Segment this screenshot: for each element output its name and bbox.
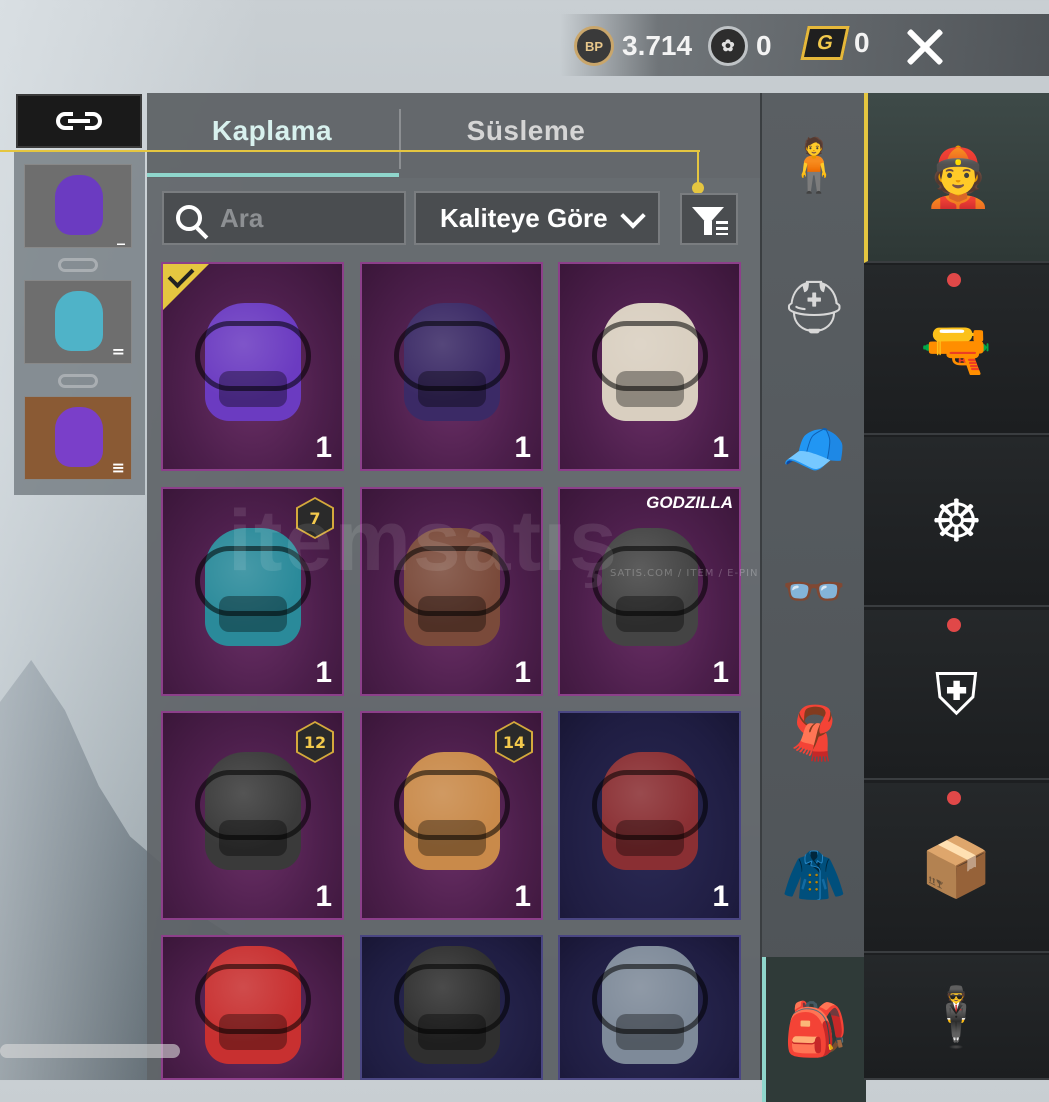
item-card[interactable]: 14 1 (360, 711, 543, 920)
item-quantity: 1 (712, 431, 729, 464)
item-quantity: 1 (514, 431, 531, 464)
preset-backpack-thumbnail (55, 407, 103, 467)
preset-qty: ≡ (111, 458, 125, 477)
gothic-doll-backpack-image (194, 752, 311, 871)
tab-bar: Kaplama Süsleme (147, 93, 760, 178)
tactical-black-backpack-image (393, 945, 510, 1064)
preset-link-icon (58, 258, 98, 272)
category-jacket[interactable]: 🧥 (762, 803, 866, 948)
link-outfit-button[interactable] (16, 94, 142, 148)
category-shield[interactable]: ⛨ (864, 610, 1049, 780)
bp-coin-icon: BP (574, 26, 614, 66)
category-outfit-figure[interactable]: 🧍 (762, 93, 866, 238)
link-icon (56, 110, 102, 136)
bp-currency: BP 3.714 (574, 26, 692, 66)
category-agent[interactable]: 🕴 (864, 955, 1049, 1080)
item-card[interactable]: 1 (558, 262, 741, 471)
close-button[interactable] (898, 20, 952, 74)
ag-currency: ✿ 0 (708, 26, 772, 66)
pistol-icon: 🔫 (920, 315, 993, 383)
watermark: itemsatış (228, 493, 619, 589)
crate-icon: 📦 (920, 833, 993, 901)
category-pistol[interactable]: 🔫 (864, 265, 1049, 435)
category-character[interactable]: 👲 (864, 93, 1049, 263)
item-quantity: 1 (712, 656, 729, 689)
preset-link-icon (58, 374, 98, 388)
jester-backpack-image (194, 303, 311, 422)
outfit-figure-icon: 🧍 (781, 135, 847, 196)
tab-susleme[interactable]: Süsleme (401, 115, 651, 147)
category-rail-secondary: 🧍 ⛑ 🧢 👓 🧣 🧥 🎒 (760, 93, 866, 1102)
g-amount: 0 (854, 27, 870, 58)
tutorial-guide-line (0, 150, 700, 152)
tab-kaplama[interactable]: Kaplama (147, 115, 397, 147)
shield-icon: ⛨ (934, 660, 979, 728)
category-crate[interactable]: 📦 (864, 783, 1049, 953)
sort-dropdown[interactable]: Kaliteye Göre (414, 191, 660, 245)
item-card[interactable]: 1 (558, 711, 741, 920)
item-quantity: 1 (514, 656, 531, 689)
glasses-icon: 👓 (781, 561, 847, 622)
preset-qty: = (111, 342, 125, 361)
item-card[interactable] (360, 935, 543, 1080)
character-icon: 👲 (922, 143, 995, 211)
preset-list: _ = ≡ (14, 150, 145, 495)
jacket-icon: 🧥 (781, 845, 847, 906)
item-quantity: 1 (514, 880, 531, 913)
agent-icon: 🕴 (920, 982, 993, 1051)
corgi-backpack-image (393, 752, 510, 871)
backpack-icon: 🎒 (783, 999, 849, 1060)
sort-selected: Kaliteye Göre (440, 202, 608, 233)
bp-amount: 3.714 (622, 30, 693, 61)
item-quantity: 1 (712, 880, 729, 913)
notification-dot (947, 273, 961, 287)
preset-backpack-thumbnail (55, 175, 103, 235)
category-helmet[interactable]: ⛑ (762, 235, 866, 380)
search-box[interactable] (162, 191, 406, 245)
steering-wheel-icon: ☸ (930, 487, 983, 555)
item-card[interactable]: 1 (360, 262, 543, 471)
category-steering-wheel[interactable]: ☸ (864, 437, 1049, 607)
lucky-cat-backpack-image (591, 303, 708, 422)
preset-slot-3[interactable]: ≡ (24, 396, 132, 480)
item-quantity: 1 (315, 656, 332, 689)
steel-armored-backpack-image (591, 945, 708, 1064)
notification-dot (947, 791, 961, 805)
category-backpack[interactable]: 🎒 (762, 957, 866, 1102)
category-cap[interactable]: 🧢 (762, 377, 866, 522)
ag-amount: 0 (756, 30, 772, 61)
tutorial-guide-line (697, 150, 699, 186)
search-input[interactable] (218, 201, 392, 235)
category-rail-primary: 👲 🔫 ☸ ⛨ 📦 🕴 (864, 93, 1049, 1080)
filter-button[interactable] (680, 193, 738, 245)
item-quantity: 1 (315, 880, 332, 913)
search-icon (176, 205, 202, 231)
preset-slot-2[interactable]: = (24, 280, 132, 364)
brand-label: GODZILLA (646, 493, 733, 512)
category-glasses[interactable]: 👓 (762, 519, 866, 664)
bandana-icon: 🧣 (781, 703, 847, 764)
active-tab-indicator (147, 173, 399, 177)
purple-lux-backpack-image (393, 303, 510, 422)
g-currency: G 0 (800, 26, 870, 60)
item-card[interactable]: 1 (161, 261, 344, 471)
preset-backpack-thumbnail (55, 291, 103, 351)
festive-sweater-backpack-image (591, 752, 708, 871)
chevron-down-icon (620, 203, 646, 229)
helmet-icon: ⛑ (780, 277, 847, 338)
horizontal-scrollbar[interactable] (0, 1044, 180, 1058)
ag-coin-icon: ✿ (708, 26, 748, 66)
red-club-backpack-image (194, 945, 311, 1064)
item-card[interactable]: 12 1 (161, 711, 344, 920)
g-coin-icon: G (800, 26, 850, 60)
preset-qty: _ (117, 226, 125, 245)
item-card[interactable] (558, 935, 741, 1080)
item-card[interactable] (161, 935, 344, 1080)
cap-icon: 🧢 (781, 419, 847, 480)
item-quantity: 1 (315, 431, 332, 464)
category-bandana[interactable]: 🧣 (762, 661, 866, 806)
notification-dot (947, 618, 961, 632)
preset-slot-1[interactable]: _ (24, 164, 132, 248)
